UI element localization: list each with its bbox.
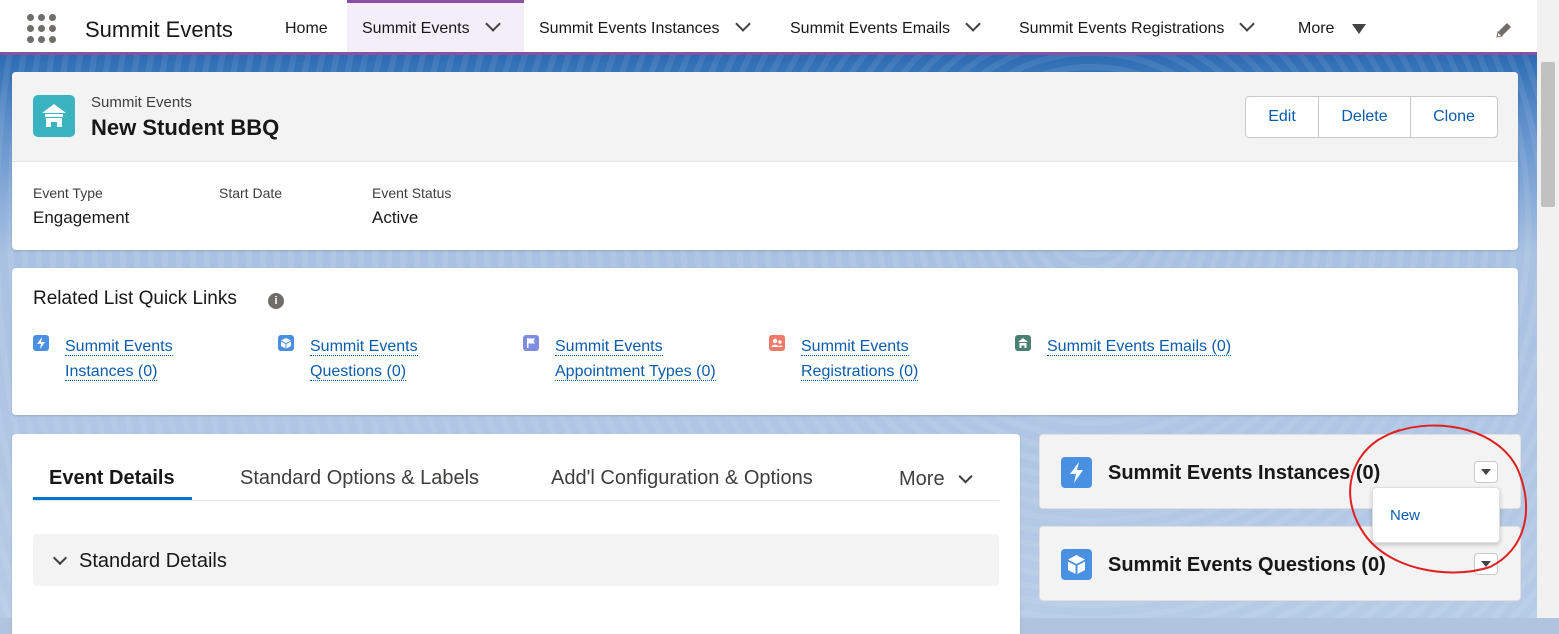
chevron-down-icon bbox=[52, 550, 68, 566]
record-object-label: Summit Events bbox=[91, 94, 192, 111]
quick-link-label[interactable]: Summit Events Emails (0) bbox=[1047, 334, 1232, 359]
lightning-icon bbox=[1061, 457, 1092, 488]
field-event-type: Event Type Engagement bbox=[33, 185, 129, 228]
field-label: Event Type bbox=[33, 185, 103, 201]
nav-item-summit-events-registrations[interactable]: Summit Events Registrations bbox=[1004, 0, 1264, 52]
caret-down-icon bbox=[1352, 23, 1367, 34]
nav-item-summit-events-emails[interactable]: Summit Events Emails bbox=[775, 0, 990, 52]
tab-standard-options-labels[interactable]: Standard Options & Labels bbox=[240, 467, 479, 490]
nav-item-label: Summit Events bbox=[362, 20, 470, 37]
house-icon bbox=[1015, 335, 1031, 351]
page-scrollbar[interactable] bbox=[1537, 0, 1559, 618]
nav-item-label: Summit Events Emails bbox=[790, 20, 951, 37]
house-icon bbox=[33, 95, 75, 137]
flag-icon bbox=[523, 335, 539, 351]
related-list-action-menu: New bbox=[1372, 487, 1500, 543]
menu-item-new[interactable]: New bbox=[1390, 507, 1420, 524]
chevron-down-icon[interactable] bbox=[965, 16, 981, 32]
quick-link-label[interactable]: Summit Events Instances (0) bbox=[65, 334, 173, 384]
tab-more[interactable]: More bbox=[899, 468, 973, 491]
tab-event-details[interactable]: Event Details bbox=[49, 467, 175, 490]
tab-addl-configuration-options[interactable]: Add'l Configuration & Options bbox=[551, 467, 813, 490]
quick-link-label[interactable]: Summit Events Registrations (0) bbox=[801, 334, 919, 384]
active-tab-indicator bbox=[33, 497, 192, 500]
field-value: Engagement bbox=[33, 208, 130, 227]
nav-item-label: More bbox=[1298, 20, 1335, 37]
caret-down-icon bbox=[1481, 561, 1491, 567]
edit-button[interactable]: Edit bbox=[1246, 97, 1318, 137]
app-title: Summit Events bbox=[85, 17, 233, 42]
nav-item-more[interactable]: More bbox=[1283, 0, 1381, 52]
record-action-buttons: Edit Delete Clone bbox=[1245, 96, 1498, 138]
section-standard-details[interactable]: Standard Details bbox=[33, 534, 999, 586]
related-list-title[interactable]: Summit Events Questions (0) bbox=[1108, 554, 1386, 577]
lightning-icon bbox=[33, 335, 49, 351]
chevron-down-icon bbox=[958, 469, 973, 484]
record-title: New Student BBQ bbox=[91, 115, 280, 140]
record-header: Summit Events New Student BBQ Edit Delet… bbox=[12, 72, 1518, 250]
cube-icon bbox=[278, 335, 294, 351]
nav-item-summit-events-instances[interactable]: Summit Events Instances bbox=[524, 0, 760, 52]
app-launcher-icon[interactable] bbox=[27, 14, 57, 44]
chevron-down-icon[interactable] bbox=[484, 16, 501, 32]
field-label: Start Date bbox=[219, 185, 283, 201]
clone-button[interactable]: Clone bbox=[1410, 97, 1497, 137]
nav-item-label: Summit Events Instances bbox=[539, 20, 720, 37]
quick-link-label[interactable]: Summit Events Appointment Types (0) bbox=[555, 334, 716, 384]
cube-icon bbox=[1061, 549, 1092, 580]
record-header-highlights: Summit Events New Student BBQ Edit Delet… bbox=[12, 72, 1518, 162]
chevron-down-icon[interactable] bbox=[1239, 16, 1256, 32]
global-nav-bar: Summit Events Home Summit Events Summit … bbox=[0, 0, 1537, 55]
people-icon bbox=[769, 335, 785, 351]
caret-down-icon bbox=[1481, 469, 1491, 475]
nav-item-home[interactable]: Home bbox=[270, 0, 343, 52]
quick-link-label[interactable]: Summit Events Questions (0) bbox=[310, 334, 418, 384]
chevron-down-icon[interactable] bbox=[734, 16, 751, 32]
field-label: Event Status bbox=[372, 185, 452, 201]
field-event-status: Event Status Active bbox=[372, 185, 451, 228]
delete-button[interactable]: Delete bbox=[1318, 97, 1410, 137]
nav-item-label: Summit Events Registrations bbox=[1019, 20, 1225, 37]
nav-item-summit-events[interactable]: Summit Events bbox=[347, 0, 524, 52]
nav-item-label: Home bbox=[285, 20, 328, 37]
section-title: Standard Details bbox=[79, 550, 227, 572]
related-list-actions-dropdown[interactable] bbox=[1474, 461, 1498, 483]
related-list-quick-links: Related List Quick Links i Summit Events… bbox=[12, 268, 1518, 415]
scrollbar-thumb[interactable] bbox=[1541, 62, 1555, 207]
related-list-actions-dropdown[interactable] bbox=[1474, 553, 1498, 575]
field-start-date: Start Date bbox=[219, 185, 282, 208]
tab-more-label: More bbox=[899, 468, 945, 490]
record-detail-tabs: Event Details Standard Options & Labels … bbox=[12, 434, 1020, 634]
info-icon[interactable]: i bbox=[268, 293, 284, 309]
tab-divider bbox=[33, 500, 999, 501]
pencil-icon[interactable] bbox=[1494, 20, 1514, 40]
field-value: Active bbox=[372, 208, 419, 227]
quick-links-title: Related List Quick Links bbox=[33, 288, 237, 309]
related-list-title[interactable]: Summit Events Instances (0) bbox=[1108, 462, 1380, 485]
